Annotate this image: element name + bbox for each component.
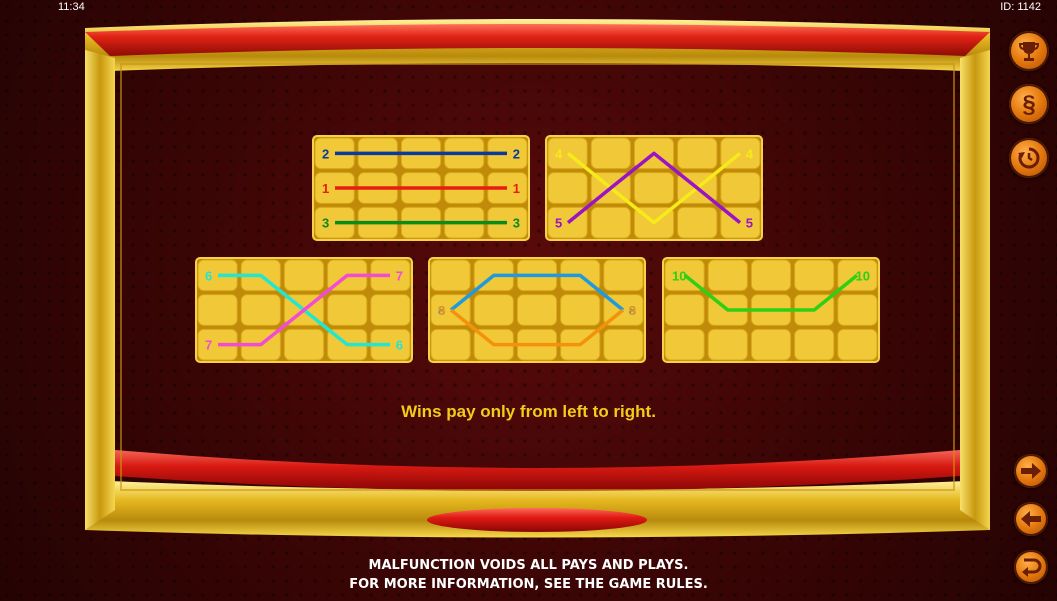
footer-line-2: FOR MORE INFORMATION, SEE THE GAME RULES…: [349, 577, 708, 592]
payline-label-right: 10: [856, 268, 870, 283]
game-screen: 11:34 ID: 1142 2 2 1 1 3 3 4 4 5 5 6 6 7…: [0, 0, 1057, 601]
return-button[interactable]: [1014, 550, 1048, 584]
arrow-right-icon: [1021, 463, 1041, 479]
trophy-icon: [1018, 42, 1040, 61]
next-page-button[interactable]: [1014, 454, 1048, 488]
payline-label-left: 1: [322, 181, 329, 196]
info-text: Wins pay only from left to right.: [401, 402, 656, 421]
arrow-left-icon: [1021, 511, 1041, 527]
history-icon: [1018, 147, 1040, 169]
previous-page-button[interactable]: [1014, 502, 1048, 536]
rules-button[interactable]: §: [1009, 84, 1049, 124]
payline-4-5: 4 4 5 5: [545, 135, 763, 241]
payline-label-right: 2: [513, 146, 520, 161]
paragraph-icon: §: [1022, 91, 1035, 117]
return-icon: [1022, 558, 1042, 577]
payline-6-7: 6 6 7 7: [195, 257, 413, 363]
payline-8-9: 8 89 9: [428, 257, 646, 363]
payline-label-left: 10: [672, 268, 686, 283]
payline-10: 10 10: [662, 257, 880, 363]
payline-1-2-3: 2 2 1 1 3 3: [312, 135, 530, 241]
payline-label-right: 9: [629, 303, 636, 318]
payline-label-right: 4: [746, 146, 754, 161]
footer-line-1: MALFUNCTION VOIDS ALL PAYS AND PLAYS.: [368, 558, 689, 573]
payline-label-right: 3: [513, 216, 520, 231]
trophy-button[interactable]: [1009, 31, 1049, 71]
payline-label-right: 7: [396, 268, 403, 283]
payline-label-left: 4: [555, 146, 563, 161]
payline-label-right: 5: [746, 216, 753, 231]
paylines-area: 2 21 13 34 45 566778 89 910 10: [195, 135, 880, 363]
footer-disclaimer: MALFUNCTION VOIDS ALL PAYS AND PLAYS. FO…: [0, 556, 1057, 594]
payline-label-right: 6: [396, 338, 403, 353]
history-button[interactable]: [1009, 138, 1049, 178]
payline-label-left: 9: [438, 303, 445, 318]
payline-label-left: 2: [322, 146, 329, 161]
payline-label-left: 5: [555, 216, 562, 231]
payline-label-left: 7: [205, 338, 212, 353]
payline-label-right: 1: [513, 181, 520, 196]
svg-text:§: §: [1022, 91, 1035, 117]
payline-label-left: 3: [322, 216, 329, 231]
payline-label-left: 6: [205, 268, 212, 283]
